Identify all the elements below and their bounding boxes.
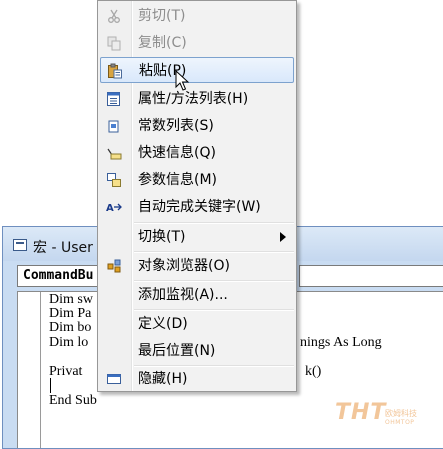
object-browser-icon [107, 259, 121, 273]
menu-label-last-position: 最后位置(N) [138, 343, 216, 359]
menu-item-list-constants[interactable]: 常数列表(S) [100, 113, 294, 139]
menu-item-definition[interactable]: 定义(D) [100, 311, 294, 337]
menu-label-definition: 定义(D) [138, 316, 188, 332]
menu-item-quick-info[interactable]: 快速信息(Q) [100, 140, 294, 166]
menu-item-copy[interactable]: 复制(C) [100, 30, 294, 56]
menu-label-toggle: 切换(T) [138, 229, 186, 245]
margin-indicator-bar[interactable] [18, 292, 41, 448]
menu-item-toggle[interactable]: 切换(T) [100, 224, 294, 250]
menu-item-parameter-info[interactable]: 参数信息(M) [100, 167, 294, 193]
menu-item-list-members[interactable]: 属性/方法列表(H) [100, 86, 294, 112]
menu-separator [134, 309, 294, 311]
submenu-arrow-icon [280, 232, 286, 242]
list-members-icon [107, 92, 120, 106]
menu-item-complete-word[interactable]: A 自动完成关键字(W) [100, 194, 294, 220]
menu-label-quick-info: 快速信息(Q) [138, 145, 216, 161]
procedure-dropdown[interactable] [299, 265, 443, 287]
menu-label-cut: 剪切(T) [138, 8, 186, 24]
menu-separator [134, 222, 294, 224]
code-line: End Sub [49, 393, 97, 408]
list-constants-icon [108, 120, 119, 133]
hide-window-icon [107, 374, 121, 384]
menu-item-cut[interactable]: 剪切(T) [100, 3, 294, 29]
text-caret [50, 378, 51, 393]
code-line-tail: k() [305, 364, 322, 379]
code-line: Privat [49, 364, 83, 379]
menu-label-copy: 复制(C) [138, 35, 187, 51]
paste-icon [108, 63, 122, 79]
svg-text:A: A [106, 203, 114, 214]
code-line: Dim Pa [49, 306, 92, 321]
watermark-cn: 欧姆科技 [385, 409, 417, 418]
code-line: Dim sw [49, 292, 93, 307]
menu-item-paste[interactable]: 粘贴(P) [100, 57, 294, 83]
menu-label-list-constants: 常数列表(S) [138, 118, 214, 134]
menu-item-hide[interactable]: 隐藏(H) [100, 366, 294, 392]
code-line-tail: nings As Long [300, 335, 382, 350]
copy-icon [107, 36, 121, 51]
menu-separator [134, 280, 294, 282]
menu-separator [134, 251, 294, 253]
complete-word-icon: A [106, 203, 122, 214]
window-title: 宏 - User [33, 240, 93, 256]
menu-item-last-position[interactable]: 最后位置(N) [100, 338, 294, 364]
menu-item-add-watch[interactable]: 添加监视(A)... [100, 282, 294, 308]
watermark-en: OHMTOP [385, 419, 415, 426]
menu-label-add-watch: 添加监视(A)... [138, 287, 228, 303]
context-menu: 剪切(T) 复制(C) 粘贴(P) 属性/方法列表(H) 常数列表(S) 快速信… [97, 0, 297, 392]
menu-label-list-members: 属性/方法列表(H) [138, 91, 249, 107]
scissors-icon [108, 9, 120, 23]
mouse-pointer-icon [175, 70, 190, 91]
code-line: Dim lo [49, 335, 89, 350]
quick-info-icon [107, 148, 122, 160]
watermark-logo: THT 欧姆科技 OHMTOP [335, 400, 435, 434]
menu-item-object-browser[interactable]: 对象浏览器(O) [100, 253, 294, 279]
watermark-mark: THT [335, 400, 387, 425]
menu-label-complete-word: 自动完成关键字(W) [138, 199, 261, 215]
module-window-icon [13, 239, 27, 251]
menu-label-object-browser: 对象浏览器(O) [138, 258, 230, 274]
menu-label-hide: 隐藏(H) [138, 371, 188, 387]
menu-label-parameter-info: 参数信息(M) [138, 172, 218, 188]
code-line: Dim bo [49, 320, 92, 335]
parameter-info-icon [107, 173, 121, 187]
